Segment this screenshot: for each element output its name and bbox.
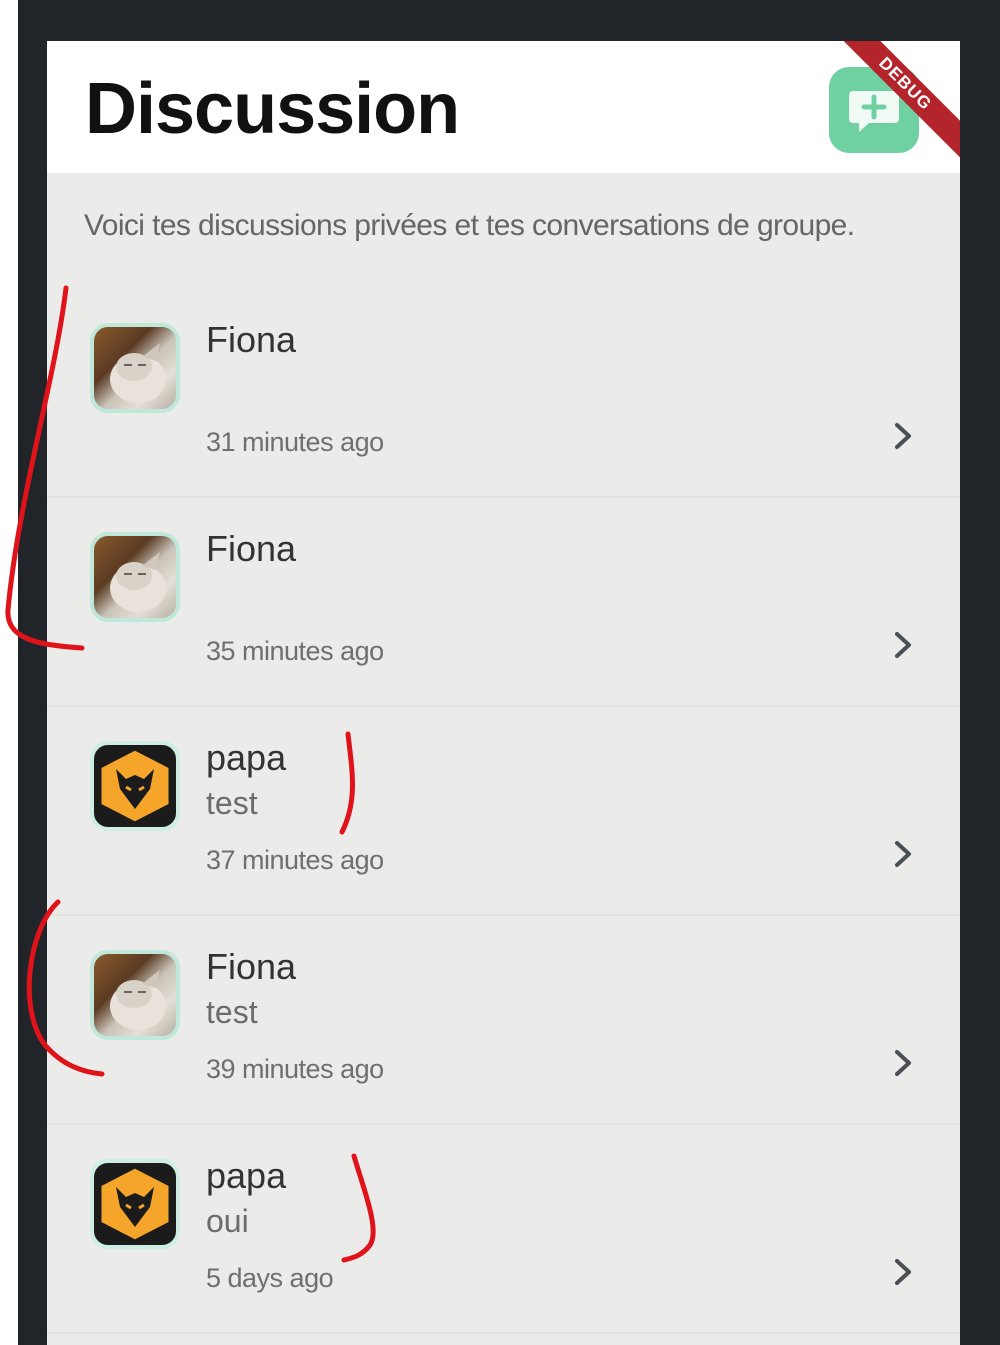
wolf-logo-icon — [98, 1165, 172, 1243]
conversation-item[interactable]: Fiona 35 minutes ago — [47, 498, 960, 707]
cat-photo-icon — [110, 970, 166, 1030]
conversation-item[interactable]: Fiona test 39 minutes ago — [47, 916, 960, 1125]
contact-name: papa — [206, 1155, 287, 1196]
conversation-item[interactable]: papa test 37 minutes ago — [47, 707, 960, 916]
page-subtitle: Voici tes discussions privées et tes con… — [84, 209, 855, 242]
conversation-list: Fiona 31 minutes ago Fiona 35 minutes ag… — [47, 289, 960, 1334]
last-message: oui — [206, 1203, 249, 1239]
conversation-item[interactable]: Fiona 31 minutes ago — [47, 289, 960, 498]
last-message: test — [206, 994, 258, 1030]
page-title: Discussion — [85, 69, 460, 149]
avatar — [90, 741, 180, 831]
avatar — [90, 532, 180, 622]
chevron-right-icon — [895, 423, 911, 449]
timestamp: 5 days ago — [206, 1263, 334, 1293]
chevron-right-icon — [895, 632, 911, 658]
cat-photo-icon — [110, 552, 166, 612]
timestamp: 39 minutes ago — [206, 1054, 384, 1084]
last-message: test — [206, 785, 258, 821]
wolf-logo-icon — [98, 747, 172, 825]
cat-photo-icon — [110, 343, 166, 403]
conversation-item[interactable]: papa oui 5 days ago — [47, 1125, 960, 1334]
chevron-right-icon — [895, 1259, 911, 1285]
avatar — [90, 1159, 180, 1249]
timestamp: 35 minutes ago — [206, 636, 384, 666]
chevron-right-icon — [895, 841, 911, 867]
avatar — [90, 950, 180, 1040]
timestamp: 37 minutes ago — [206, 845, 384, 875]
timestamp: 31 minutes ago — [206, 427, 384, 457]
chevron-right-icon — [895, 1050, 911, 1076]
app-screen: Discussion DEBUG Voici tes discussions p… — [47, 41, 960, 1345]
contact-name: Fiona — [206, 319, 297, 360]
contact-name: Fiona — [206, 946, 297, 987]
contact-name: papa — [206, 737, 287, 778]
avatar — [90, 323, 180, 413]
app-header: Discussion DEBUG — [47, 41, 960, 173]
contact-name: Fiona — [206, 528, 297, 569]
